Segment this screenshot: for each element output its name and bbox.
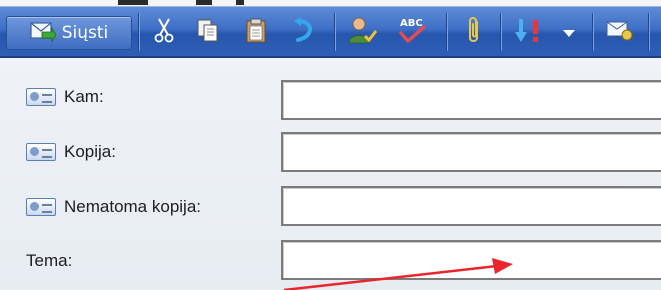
subject-row-label: Tema: [26, 248, 72, 274]
to-label: Kam: [64, 87, 104, 106]
priority-button[interactable] [510, 16, 548, 48]
to-row-label[interactable]: Kam: [26, 84, 104, 110]
copy-button[interactable] [192, 16, 224, 48]
address-book-icon[interactable] [26, 88, 56, 106]
bcc-row-label[interactable]: Nematoma kopija: [26, 194, 201, 220]
toolbar: Siųsti ABC [0, 6, 661, 58]
cc-row-label[interactable]: Kopija: [26, 139, 116, 165]
attach-button[interactable] [458, 16, 490, 48]
to-field[interactable] [281, 80, 661, 120]
dropdown-arrow-icon [563, 23, 575, 42]
message-options-button[interactable] [604, 16, 636, 48]
cut-button[interactable] [148, 16, 180, 48]
spelling-icon: ABC [396, 15, 428, 49]
priority-dropdown[interactable] [558, 16, 580, 48]
undo-icon [292, 17, 316, 47]
copy-icon [196, 18, 220, 46]
spelling-button[interactable]: ABC [392, 16, 432, 48]
message-options-icon [606, 18, 634, 46]
address-book-icon[interactable] [26, 198, 56, 216]
address-form: Kam: Kopija: Nematoma kopija: Tema: [0, 60, 661, 290]
send-icon [30, 20, 57, 47]
subject-label: Tema: [26, 251, 73, 270]
bcc-field[interactable] [281, 186, 661, 226]
undo-button[interactable] [288, 16, 320, 48]
subject-field[interactable] [281, 240, 661, 280]
paste-button[interactable] [240, 16, 272, 48]
address-book-icon[interactable] [26, 143, 56, 161]
svg-text:ABC: ABC [400, 18, 423, 29]
check-names-button[interactable] [344, 16, 380, 48]
cc-field[interactable] [281, 132, 661, 172]
send-label: Siųsti [61, 23, 109, 43]
cut-icon [153, 17, 175, 47]
paste-icon [245, 17, 267, 47]
attach-icon [466, 16, 482, 48]
bcc-label: Nematoma kopija: [64, 197, 202, 216]
cc-label: Kopija: [64, 142, 116, 161]
compose-window: Siųsti ABC Kam: Kopija: Nematoma kopija:… [0, 0, 661, 290]
priority-icon [513, 16, 545, 48]
send-button[interactable]: Siųsti [6, 16, 132, 50]
check-names-icon [347, 16, 378, 48]
